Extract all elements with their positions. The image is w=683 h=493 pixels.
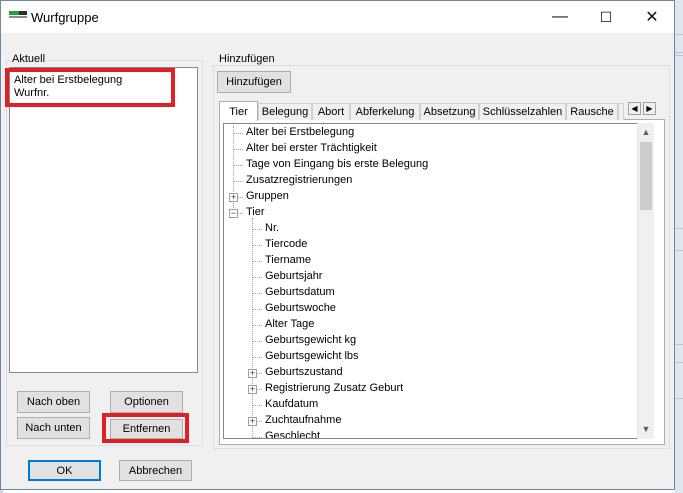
tree-item[interactable]: Tiercode [265,238,307,250]
aktuell-group-label: Aktuell [10,53,48,65]
tree-item[interactable]: Geburtsjahr [265,270,322,282]
tree-item[interactable]: Nr. [265,222,279,234]
expand-icon[interactable]: + [248,417,257,426]
aktuell-listbox[interactable]: Alter bei Erstbelegung Wurfnr. [9,67,198,373]
tab-schluesselzahlen[interactable]: Schlüsselzahlen [479,103,566,120]
tree-item-gruppen[interactable]: Gruppen [246,190,289,202]
ok-button[interactable]: OK [28,460,101,481]
tree-item[interactable]: Geburtsdatum [265,286,335,298]
tree-scrollbar[interactable]: ▲ ▼ [637,123,654,439]
tree-item[interactable]: Alter bei Erstbelegung [246,126,354,138]
expand-icon[interactable]: + [248,369,257,378]
field-tree[interactable]: Alter bei Erstbelegung Alter bei erster … [223,123,638,439]
options-button[interactable]: Optionen [110,391,183,413]
tab-scroll-left-icon[interactable]: ◀ [628,102,641,115]
highlight-annotation-remove [102,413,189,443]
tree-item[interactable]: Geburtsgewicht lbs [265,350,359,362]
tree-item[interactable]: Alter Tage [265,318,314,330]
tree-item[interactable]: Alter bei erster Trächtigkeit [246,142,377,154]
maximize-icon[interactable]: ☐ [583,1,629,33]
tab-overflow[interactable] [618,103,624,120]
tree-item[interactable]: Zusatzregistrierungen [246,174,352,186]
move-down-button[interactable]: Nach unten [17,417,90,439]
highlight-annotation-list [5,68,175,107]
minimize-icon[interactable]: — [537,1,583,33]
expand-icon[interactable]: + [248,385,257,394]
move-up-button[interactable]: Nach oben [17,391,90,413]
collapse-icon[interactable]: − [229,209,238,218]
scroll-up-icon[interactable]: ▲ [638,124,654,140]
cancel-button[interactable]: Abbrechen [119,460,192,481]
tab-abort[interactable]: Abort [312,103,350,120]
scrollbar-thumb[interactable] [640,142,652,210]
tree-item[interactable]: Zuchtaufnahme [265,414,341,426]
tab-belegung[interactable]: Belegung [258,103,312,120]
tree-item[interactable]: Registrierung Zusatz Geburt [265,382,403,394]
add-button[interactable]: Hinzufügen [217,71,291,93]
close-icon[interactable]: ✕ [629,1,675,33]
tree-item-tier[interactable]: Tier [246,206,265,218]
expand-icon[interactable]: + [229,193,238,202]
tree-item[interactable]: Geburtsgewicht kg [265,334,356,346]
title-bar[interactable]: Wurfgruppe — ☐ ✕ [1,1,674,33]
tree-item[interactable]: Geburtszustand [265,366,343,378]
tab-abferkelung[interactable]: Abferkelung [350,103,420,120]
tab-rausche[interactable]: Rausche [566,103,618,120]
tree-item[interactable]: Kaufdatum [265,398,318,410]
tree-item[interactable]: Tiername [265,254,311,266]
dialog-window: Wurfgruppe — ☐ ✕ Aktuell Alter bei Erstb… [0,0,675,490]
tab-absetzung[interactable]: Absetzung [420,103,479,120]
tree-item[interactable]: Geburtswoche [265,302,336,314]
tab-scroll-right-icon[interactable]: ▶ [643,102,656,115]
background-window-right [675,0,683,493]
scroll-down-icon[interactable]: ▼ [638,421,654,437]
tab-tier[interactable]: Tier [219,101,258,121]
window-title: Wurfgruppe [31,10,99,25]
tree-item[interactable]: Tage von Eingang bis erste Belegung [246,158,428,170]
hinzufuegen-group-label: Hinzufügen [217,53,277,65]
app-icon [9,11,27,23]
tree-item[interactable]: Geschlecht [265,430,320,438]
